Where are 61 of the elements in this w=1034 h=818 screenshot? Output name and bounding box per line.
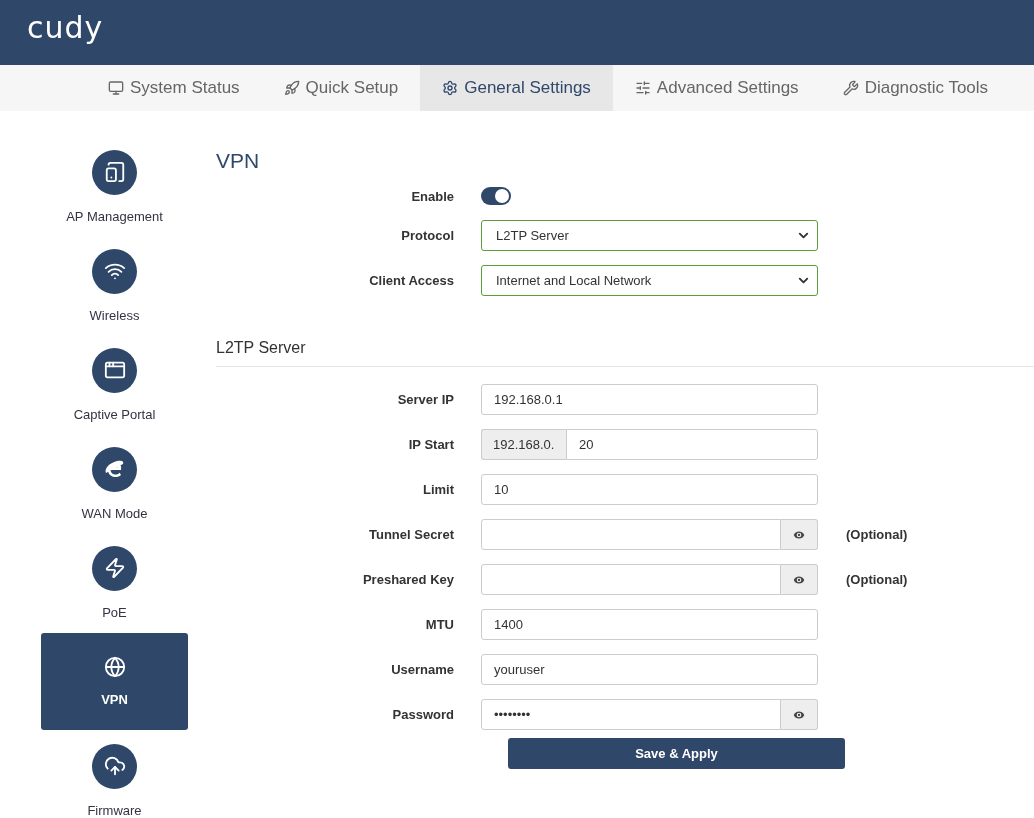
show-password-button[interactable]: [781, 519, 818, 550]
monitor-icon: [108, 80, 124, 96]
input-field[interactable]: 1400: [481, 609, 818, 640]
browser-window-icon: [103, 359, 126, 381]
sidebar-label: PoE: [102, 604, 127, 620]
wrench-icon: [842, 80, 859, 96]
sidebar-label: Wireless: [89, 307, 140, 323]
sidebar-label: AP Management: [66, 208, 163, 224]
nav-tab[interactable]: Quick Setup: [261, 65, 421, 111]
field-label: Password: [391, 707, 455, 722]
field-label: Server IP: [396, 392, 455, 407]
show-password-button[interactable]: [781, 699, 818, 730]
sidebar-item[interactable]: AP Management: [41, 138, 188, 235]
password-field[interactable]: [481, 519, 781, 550]
field-label: Preshared Key: [361, 572, 455, 587]
input-field[interactable]: youruser: [481, 654, 818, 685]
sidebar-item[interactable]: PoE: [41, 534, 188, 631]
rocket-icon: [283, 80, 300, 96]
sidebar-item[interactable]: Firmware: [41, 732, 188, 818]
brand-logo: cudy: [27, 10, 104, 45]
field-label: IP Start: [407, 437, 455, 452]
optional-note: (Optional): [846, 572, 908, 587]
input-field[interactable]: 20: [566, 429, 818, 460]
cloud-upload-icon: [103, 755, 126, 777]
sidebar-item[interactable]: Wireless: [41, 237, 188, 334]
field-label: Protocol: [400, 228, 455, 243]
page-title: VPN: [216, 149, 261, 173]
nav-tab[interactable]: System Status: [86, 65, 262, 111]
input-field[interactable]: 10: [481, 474, 818, 505]
nav-tab[interactable]: Diagnostic Tools: [820, 65, 1011, 111]
sidebar-item[interactable]: Captive Portal: [41, 336, 188, 433]
globe-icon: [103, 656, 126, 678]
field-label: Client Access: [368, 273, 455, 288]
field-label: MTU: [424, 617, 455, 632]
settings-icon: [442, 80, 459, 96]
client-access-select[interactable]: Internet and Local Network: [481, 265, 818, 296]
lightning-icon: [103, 557, 126, 579]
field-label: Username: [390, 662, 455, 677]
save-apply-button[interactable]: Save & Apply: [508, 738, 845, 769]
nav-tab[interactable]: General Settings: [420, 65, 613, 111]
sidebar-label: WAN Mode: [81, 505, 148, 521]
input-field[interactable]: 192.168.0.1: [481, 384, 818, 415]
protocol-select[interactable]: L2TP Server: [481, 220, 818, 251]
password-field[interactable]: [481, 564, 781, 595]
password-field[interactable]: ••••••••: [481, 699, 781, 730]
sidebar-item[interactable]: WAN Mode: [41, 435, 188, 532]
optional-note: (Optional): [846, 527, 908, 542]
sidebar-label: Captive Portal: [73, 406, 156, 422]
sliders-icon: [634, 80, 651, 96]
enable-toggle[interactable]: [481, 187, 511, 205]
sidebar-item[interactable]: VPN: [41, 633, 188, 730]
nav-tab[interactable]: Advanced Settings: [612, 65, 821, 111]
show-password-button[interactable]: [781, 564, 818, 595]
device-icon: [103, 161, 126, 183]
field-label: Tunnel Secret: [368, 527, 455, 542]
sidebar-label: VPN: [101, 692, 128, 707]
field-label: Enable: [410, 188, 455, 204]
input-prefix: 192.168.0.: [481, 429, 566, 460]
section-title: L2TP Server: [216, 339, 1034, 367]
field-label: Limit: [421, 482, 455, 497]
sidebar-label: Firmware: [87, 802, 142, 818]
